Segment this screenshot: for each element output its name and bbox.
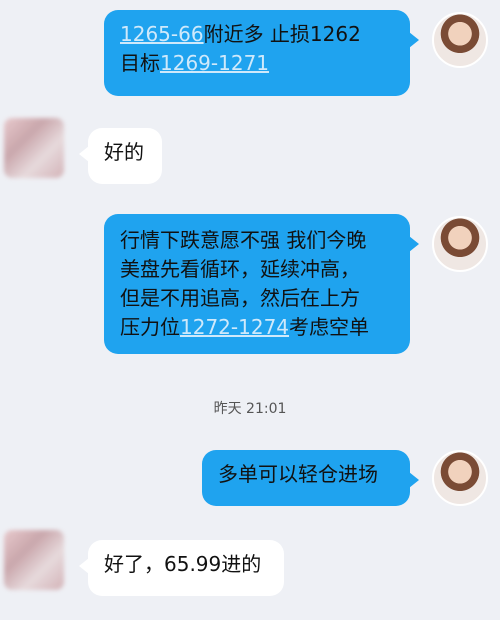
timestamp: 昨天 21:01 [213,401,287,417]
message-line: 压力位1272-1274考虑空单 [120,313,394,342]
sender-avatar[interactable] [432,12,488,68]
message-line: 但是不用追高，然后在上方 [120,284,394,313]
price-link[interactable]: 1265-66 [120,22,204,46]
message-text: 但是不用追高，然后在上方 [120,286,360,310]
message-line: 美盘先看循环，延续冲高， [120,255,394,284]
price-link[interactable]: 1272-1274 [180,315,289,339]
message-text: 好的 [104,140,144,164]
sender-avatar[interactable] [432,216,488,272]
price-link[interactable]: 1269-1271 [160,51,269,75]
message-bubble-incoming[interactable]: 好的 [79,128,162,184]
message-text: 好了，65.99进的 [104,552,262,576]
message-bubble-incoming[interactable]: 好了，65.99进的 [79,540,284,596]
sender-avatar[interactable] [432,450,488,506]
message-text: 附近多 止损1262 [203,22,361,46]
message-line: 目标1269-1271 [120,49,394,78]
contact-avatar[interactable] [4,530,64,590]
message-line: 1265-66附近多 止损1262 [120,20,394,49]
message-text: 多单可以轻仓进场 [218,462,378,486]
message-bubble-outgoing[interactable]: 多单可以轻仓进场 [202,450,419,506]
message-text: 考虑空单 [289,315,370,339]
message-text: 美盘先看循环，延续冲高， [120,257,360,281]
contact-avatar[interactable] [4,118,64,178]
message-bubble-outgoing[interactable]: 行情下跌意愿不强 我们今晚 美盘先看循环，延续冲高， 但是不用追高，然后在上方 … [104,214,419,354]
message-line: 行情下跌意愿不强 我们今晚 [120,226,394,255]
message-text: 行情下跌意愿不强 我们今晚 [120,228,367,252]
message-bubble-outgoing[interactable]: 1265-66附近多 止损1262 目标1269-1271 [104,10,419,96]
message-text: 目标 [120,51,160,75]
message-text: 压力位 [120,315,180,339]
